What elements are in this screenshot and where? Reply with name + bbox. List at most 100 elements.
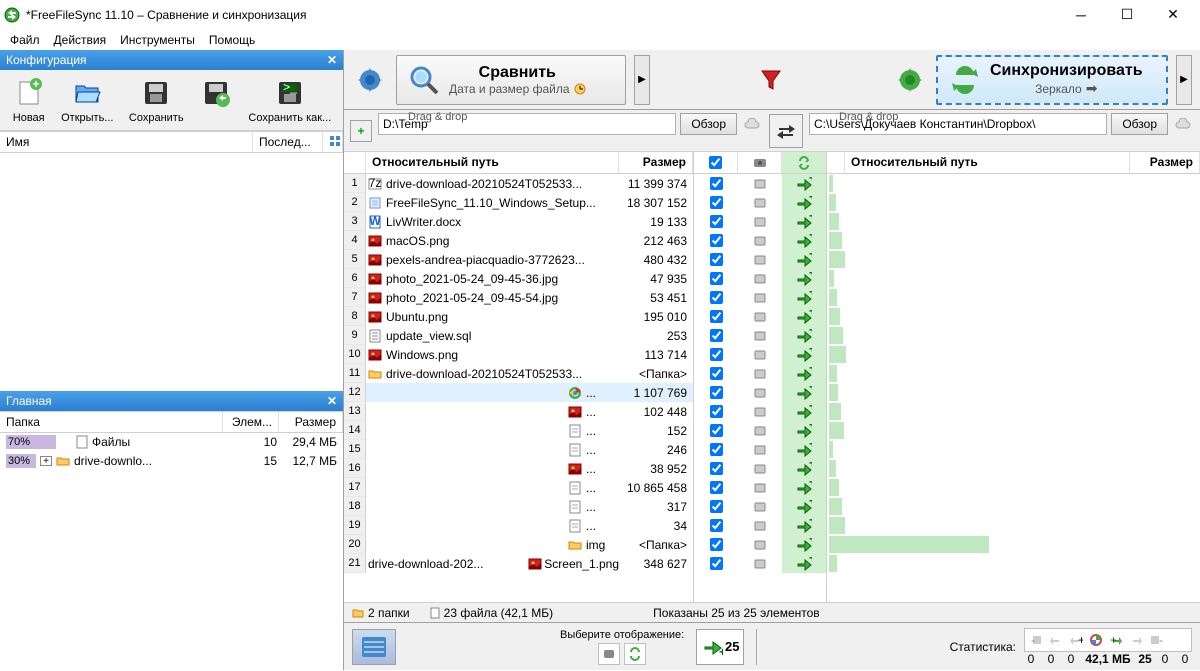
file-row[interactable]: 9update_view.sql253 — [344, 326, 693, 345]
compare-button[interactable]: Сравнить Дата и размер файла — [396, 55, 626, 105]
minimize-button[interactable]: ─ — [1058, 0, 1104, 30]
file-row[interactable]: 12...1 107 769 — [344, 383, 693, 402]
open-config-button[interactable]: Открыть... — [61, 76, 113, 124]
file-row[interactable]: 6photo_2021-05-24_09-45-36.jpg47 935 — [344, 269, 693, 288]
save-config-button[interactable]: Сохранить — [129, 76, 184, 124]
mid-row[interactable]: + — [694, 421, 826, 440]
left-file-list[interactable]: 17zdrive-download-20210524T052533...11 3… — [344, 174, 693, 602]
maximize-button[interactable]: ☐ — [1104, 0, 1150, 30]
mid-row[interactable]: + — [694, 307, 826, 326]
right-row[interactable] — [827, 269, 1200, 288]
right-row[interactable] — [827, 516, 1200, 535]
mid-row[interactable]: + — [694, 174, 826, 193]
file-row[interactable]: 15...246 — [344, 440, 693, 459]
mid-row[interactable]: + — [694, 212, 826, 231]
menu-file[interactable]: Файл — [4, 31, 46, 49]
file-row[interactable]: 20img<Папка> — [344, 535, 693, 554]
mid-row[interactable]: + — [694, 535, 826, 554]
compare-dropdown[interactable]: ▶ — [634, 55, 650, 105]
right-row[interactable] — [827, 326, 1200, 345]
right-row[interactable] — [827, 174, 1200, 193]
mid-row[interactable]: + — [694, 478, 826, 497]
file-row[interactable]: 16...38 952 — [344, 459, 693, 478]
left-cloud-button[interactable] — [741, 113, 763, 135]
view-mode-button[interactable] — [352, 629, 396, 665]
mid-file-list[interactable]: +++++++++++++++++++++ — [694, 174, 826, 602]
file-row[interactable]: 13...102 448 — [344, 402, 693, 421]
main-panel-close[interactable]: ✕ — [327, 394, 337, 408]
mid-row[interactable]: + — [694, 231, 826, 250]
file-row[interactable]: 10Windows.png113 714 — [344, 345, 693, 364]
sync-dropdown[interactable]: ▶ — [1176, 55, 1192, 105]
file-row[interactable]: 18...317 — [344, 497, 693, 516]
right-row[interactable] — [827, 250, 1200, 269]
right-row[interactable] — [827, 231, 1200, 250]
save-as-batch-button[interactable]: >_ Сохранить как... — [248, 76, 331, 124]
sync-settings-icon[interactable] — [892, 62, 928, 98]
right-row[interactable] — [827, 459, 1200, 478]
file-row[interactable]: 4macOS.png212 463 — [344, 231, 693, 250]
right-row[interactable] — [827, 307, 1200, 326]
menu-actions[interactable]: Действия — [48, 31, 113, 49]
display-left-only[interactable] — [598, 643, 620, 665]
right-row[interactable] — [827, 345, 1200, 364]
mid-row[interactable]: + — [694, 326, 826, 345]
filter-button[interactable] — [753, 62, 789, 98]
right-row[interactable] — [827, 554, 1200, 573]
mid-row[interactable]: + — [694, 345, 826, 364]
right-row[interactable] — [827, 402, 1200, 421]
file-row[interactable]: 8Ubuntu.png195 010 — [344, 307, 693, 326]
swap-button[interactable] — [769, 114, 803, 148]
config-list-options-icon[interactable] — [323, 132, 343, 152]
file-row[interactable]: 17zdrive-download-20210524T052533...11 3… — [344, 174, 693, 193]
mid-row[interactable]: + — [694, 364, 826, 383]
category-col-header[interactable] — [738, 152, 782, 173]
sync-button[interactable]: Синхронизировать Зеркало ➡ — [936, 55, 1168, 105]
file-row[interactable]: 7photo_2021-05-24_09-45-54.jpg53 451 — [344, 288, 693, 307]
right-row[interactable] — [827, 478, 1200, 497]
mid-row[interactable]: + — [694, 193, 826, 212]
right-cloud-button[interactable] — [1172, 113, 1194, 135]
main-row[interactable]: 70%Файлы1029,4 МБ — [0, 433, 343, 452]
mid-row[interactable]: + — [694, 269, 826, 288]
display-sync[interactable] — [624, 643, 646, 665]
checkbox-col-header[interactable] — [694, 152, 738, 173]
mid-row[interactable]: + — [694, 383, 826, 402]
right-row[interactable] — [827, 421, 1200, 440]
main-row[interactable]: 30%+drive-downlo...1512,7 МБ — [0, 452, 343, 471]
file-row[interactable]: 3WLivWriter.docx19 133 — [344, 212, 693, 231]
file-row[interactable]: 2FreeFileSync_11.10_Windows_Setup...18 3… — [344, 193, 693, 212]
right-row[interactable] — [827, 383, 1200, 402]
right-browse-button[interactable]: Обзор — [1111, 113, 1168, 135]
compare-settings-icon[interactable] — [352, 62, 388, 98]
file-row[interactable]: 5pexels-andrea-piacquadio-3772623...480 … — [344, 250, 693, 269]
mid-row[interactable]: + — [694, 402, 826, 421]
config-panel-close[interactable]: ✕ — [327, 53, 337, 67]
mid-row[interactable]: + — [694, 250, 826, 269]
save-as-sync-button[interactable]: . — [199, 76, 233, 124]
create-right-button[interactable]: + 25 — [696, 629, 744, 665]
close-button[interactable]: ✕ — [1150, 0, 1196, 30]
left-browse-button[interactable]: Обзор — [680, 113, 737, 135]
add-pair-button[interactable]: + — [350, 120, 372, 142]
mid-row[interactable]: + — [694, 554, 826, 573]
right-row[interactable] — [827, 535, 1200, 554]
mid-row[interactable]: + — [694, 459, 826, 478]
mid-row[interactable]: + — [694, 288, 826, 307]
right-row[interactable] — [827, 288, 1200, 307]
file-row[interactable]: 17...10 865 458 — [344, 478, 693, 497]
file-row[interactable]: 14...152 — [344, 421, 693, 440]
mid-row[interactable]: + — [694, 497, 826, 516]
right-row[interactable] — [827, 212, 1200, 231]
menu-help[interactable]: Помощь — [203, 31, 261, 49]
right-row[interactable] — [827, 497, 1200, 516]
file-row[interactable]: 19...34 — [344, 516, 693, 535]
new-config-button[interactable]: + Новая — [12, 76, 46, 124]
mid-row[interactable]: + — [694, 516, 826, 535]
right-row[interactable] — [827, 364, 1200, 383]
right-row[interactable] — [827, 440, 1200, 459]
right-file-list[interactable] — [827, 174, 1200, 602]
right-row[interactable] — [827, 193, 1200, 212]
mid-row[interactable]: + — [694, 440, 826, 459]
action-col-header[interactable] — [782, 152, 826, 173]
